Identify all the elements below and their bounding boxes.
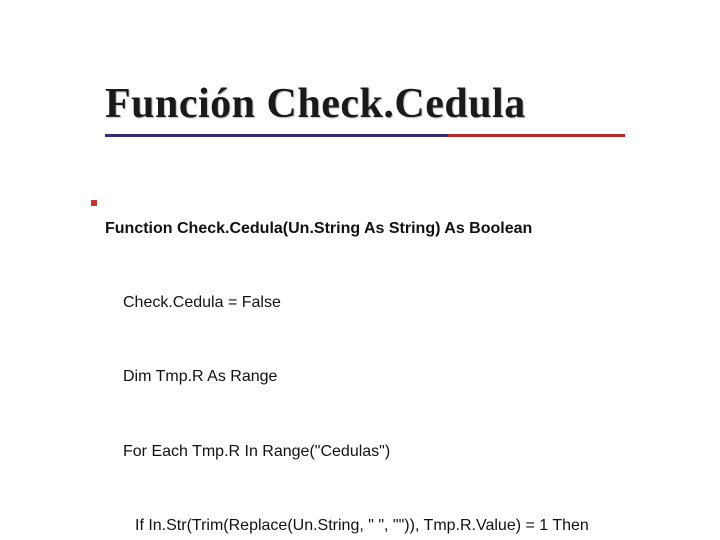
code-line: If In.Str(Trim(Replace(Un.String, " ", "… — [105, 514, 720, 539]
code-line: For Each Tmp.R In Range("Cedulas") — [105, 440, 720, 465]
slide: Función Check.Cedula Function Check.Cedu… — [0, 0, 720, 540]
bullet-accent — [91, 200, 97, 206]
code-line: Dim Tmp.R As Range — [105, 365, 720, 390]
code-block: Function Check.Cedula(Un.String As Strin… — [105, 167, 720, 540]
code-signature: Function Check.Cedula(Un.String As Strin… — [105, 217, 720, 242]
slide-title: Función Check.Cedula — [105, 80, 720, 128]
title-underline — [105, 134, 625, 137]
code-line: Check.Cedula = False — [105, 291, 720, 316]
